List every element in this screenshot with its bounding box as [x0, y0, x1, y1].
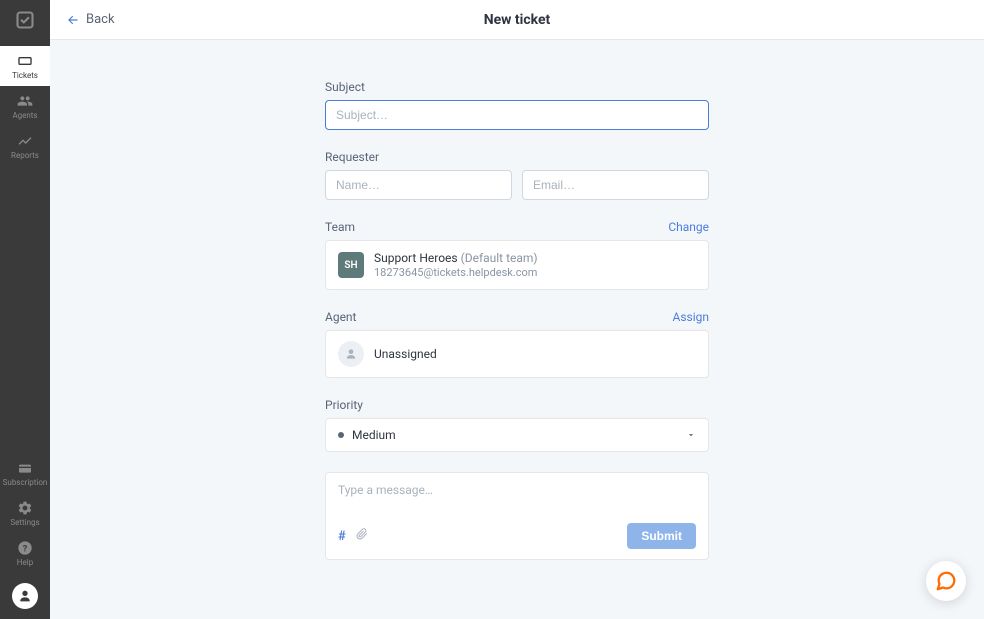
- sidebar-label: Help: [17, 558, 33, 567]
- agent-avatar-icon: [338, 341, 364, 367]
- team-avatar: SH: [338, 252, 364, 278]
- sidebar-label: Subscription: [3, 478, 48, 487]
- priority-label: Priority: [325, 398, 709, 412]
- requester-label: Requester: [325, 150, 709, 164]
- sidebar-label: Agents: [12, 111, 37, 120]
- message-box: # Submit: [325, 472, 709, 560]
- back-button[interactable]: Back: [66, 12, 115, 27]
- message-input[interactable]: [338, 483, 696, 523]
- page-title: New ticket: [484, 12, 551, 28]
- header: Back New ticket: [50, 0, 984, 40]
- priority-select[interactable]: Medium: [325, 418, 709, 452]
- sidebar-label: Reports: [11, 151, 39, 160]
- svg-text:?: ?: [23, 543, 28, 554]
- chat-widget-button[interactable]: [926, 561, 966, 601]
- sidebar-item-agents[interactable]: Agents: [0, 86, 50, 126]
- subject-input[interactable]: [325, 100, 709, 130]
- sidebar-item-subscription[interactable]: Subscription: [0, 453, 50, 493]
- sidebar-item-settings[interactable]: Settings: [0, 493, 50, 533]
- team-email: 18273645@tickets.helpdesk.com: [374, 266, 696, 279]
- priority-value-text: Medium: [352, 428, 396, 442]
- sidebar-item-reports[interactable]: Reports: [0, 126, 50, 166]
- requester-name-input[interactable]: [325, 170, 512, 200]
- sidebar-item-tickets[interactable]: Tickets: [0, 46, 50, 86]
- requester-email-input[interactable]: [522, 170, 709, 200]
- agent-value: Unassigned: [374, 347, 437, 361]
- sidebar-item-help[interactable]: ? Help: [0, 533, 50, 573]
- chevron-down-icon: [686, 430, 696, 440]
- team-name: Support Heroes (Default team): [374, 251, 696, 265]
- ticket-form: Subject Requester Team Change: [325, 80, 709, 579]
- team-label: Team: [325, 220, 355, 234]
- sidebar: Tickets Agents Reports Subscription Sett…: [0, 0, 50, 619]
- agent-label: Agent: [325, 310, 356, 324]
- subject-label: Subject: [325, 80, 709, 94]
- agent-assign-link[interactable]: Assign: [673, 310, 710, 324]
- attachment-icon[interactable]: [356, 527, 368, 545]
- back-label: Back: [86, 12, 115, 27]
- app-logo[interactable]: [0, 0, 50, 40]
- user-avatar[interactable]: [12, 583, 38, 609]
- sidebar-label: Settings: [10, 518, 39, 527]
- sidebar-label: Tickets: [12, 71, 38, 80]
- team-card: SH Support Heroes (Default team) 1827364…: [325, 240, 709, 290]
- priority-dot-icon: [338, 432, 344, 438]
- hash-icon[interactable]: #: [338, 529, 346, 544]
- team-change-link[interactable]: Change: [668, 220, 709, 234]
- submit-button[interactable]: Submit: [627, 523, 696, 549]
- agent-card: Unassigned: [325, 330, 709, 378]
